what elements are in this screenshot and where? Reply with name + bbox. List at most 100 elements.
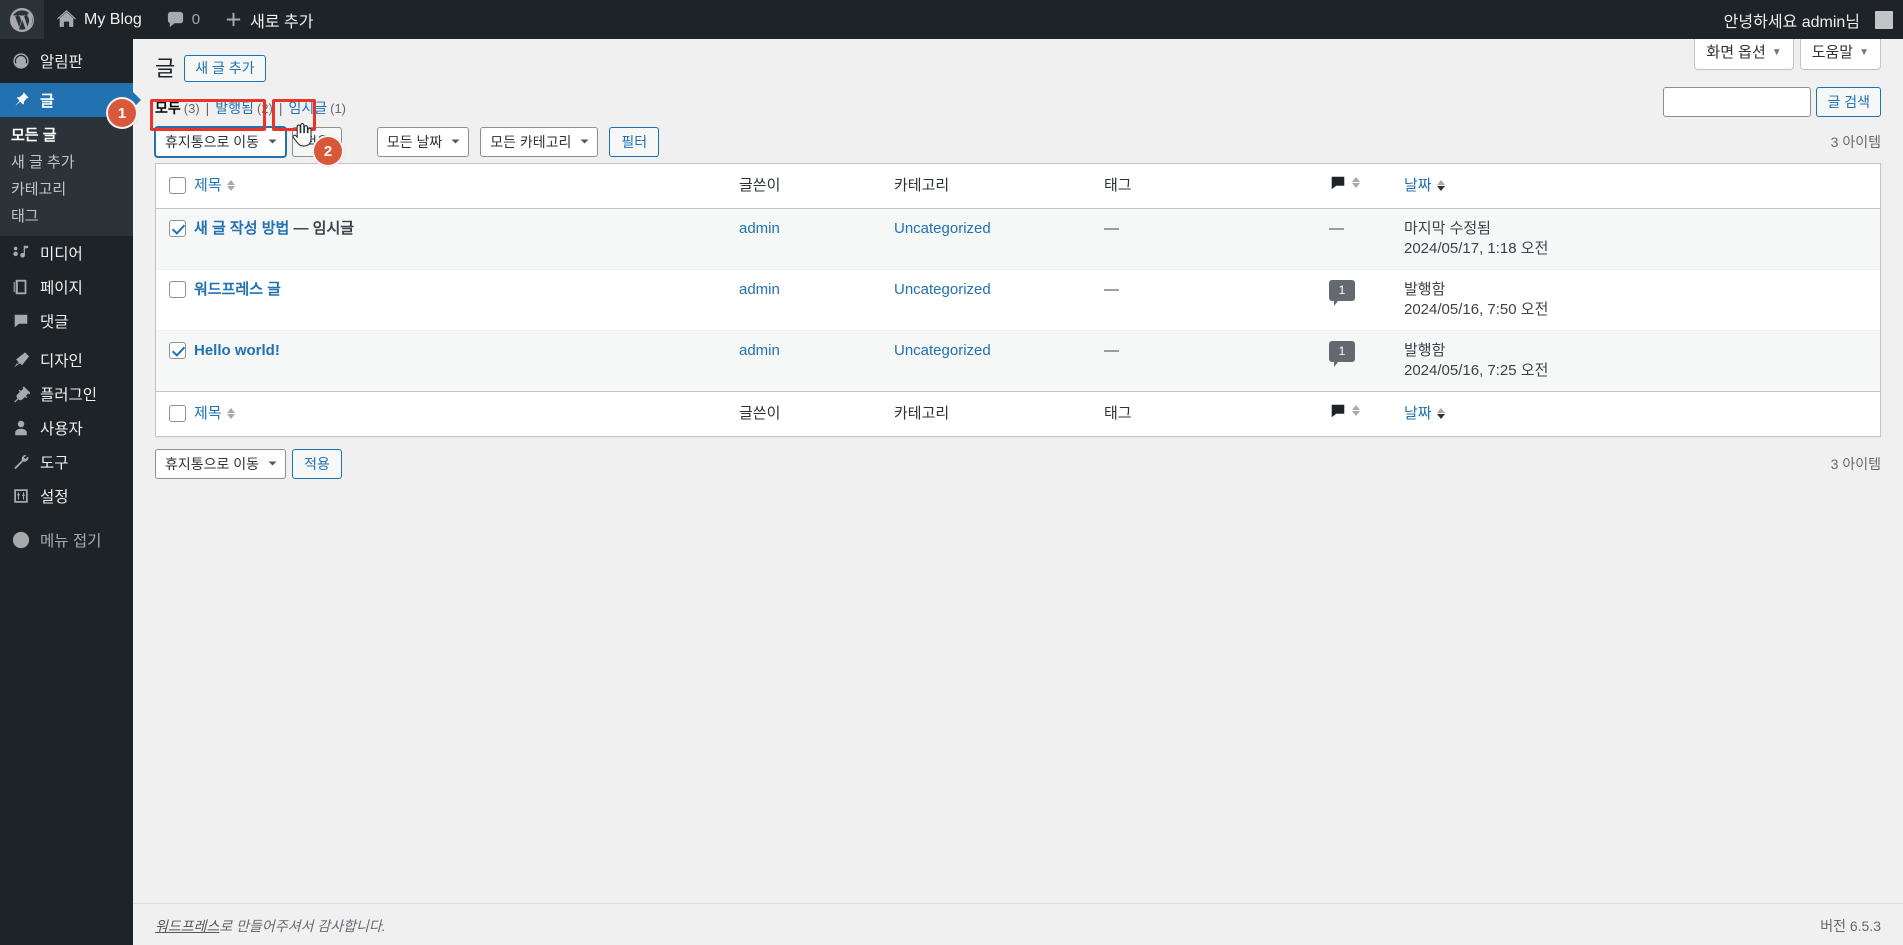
sort-by-date-link-top[interactable]: 날짜 (1404, 176, 1445, 196)
bulk-action-select-top[interactable]: 휴지통으로 이동 (155, 126, 287, 157)
column-footer-categories: 카테고리 (894, 390, 1104, 436)
row-date-cell: 발행함 2024/05/16, 7:25 오전 (1404, 329, 1880, 391)
row-date-cell: 발행함 2024/05/16, 7:50 오전 (1404, 268, 1880, 330)
site-name-menu[interactable]: My Blog (44, 0, 154, 39)
sidebar-item-label: 디자인 (40, 353, 83, 370)
status-link-all-anchor[interactable]: 모두 (155, 98, 181, 118)
column-header-date: 날짜 (1404, 163, 1880, 209)
sidebar-item-settings[interactable]: 설정 (0, 479, 133, 513)
post-category-link[interactable]: Uncategorized (894, 281, 991, 298)
collapse-menu-button[interactable]: 메뉴 접기 (0, 523, 133, 557)
row-author-cell: admin (739, 268, 894, 330)
row-checkbox[interactable] (169, 280, 186, 298)
my-account-menu[interactable]: 안녕하세요 admin님 (1712, 0, 1897, 39)
bulk-action-select-bottom[interactable]: 휴지통으로 이동 (155, 448, 287, 479)
comments-bubble-menu[interactable]: 0 (154, 0, 212, 39)
post-date-value: 2024/05/16, 7:25 오전 (1404, 361, 1549, 379)
post-title-link[interactable]: 워드프레스 글 (194, 281, 281, 298)
category-filter-select[interactable]: 모든 카테고리 (480, 126, 599, 157)
post-date-value: 2024/05/17, 1:18 오전 (1404, 239, 1549, 257)
screen-options-button[interactable]: 화면 옵션 ▼ (1694, 39, 1794, 70)
howdy-label: 안녕하세요 admin님 (1723, 13, 1860, 31)
plus-icon (224, 10, 243, 29)
sidebar-item-add-post[interactable]: 새 글 추가 (0, 149, 133, 176)
column-header-author: 글쓴이 (739, 163, 894, 209)
post-title-link[interactable]: 새 글 작성 방법 (194, 220, 289, 237)
displaying-num-top: 3 아이템 (1830, 133, 1881, 150)
sidebar-item-dashboard[interactable]: 알림판 (0, 44, 133, 78)
dashboard-icon (11, 51, 31, 71)
sidebar-item-appearance[interactable]: 디자인 (0, 343, 133, 377)
row-checkbox[interactable] (169, 341, 186, 359)
chevron-down-icon (268, 139, 277, 145)
select-all-checkbox-top[interactable] (169, 176, 186, 194)
search-input[interactable] (1663, 87, 1812, 117)
sidebar-item-comments[interactable]: 댓글 (0, 304, 133, 338)
admin-footer: 워드프레스로 만들어주셔서 감사합니다. 버전 6.5.3 (133, 903, 1903, 945)
new-content-menu[interactable]: 새로 추가 (212, 0, 325, 39)
sidebar-item-label: 사용자 (40, 421, 83, 438)
post-author-link[interactable]: admin (739, 281, 780, 298)
search-posts-button[interactable]: 글 검색 (1816, 87, 1881, 117)
posts-submenu: 모든 글 새 글 추가 카테고리 태그 (0, 117, 133, 236)
sort-by-title-link-top[interactable]: 제목 (194, 176, 235, 196)
comments-count: 0 (191, 11, 201, 28)
apply-bulk-action-button-bottom[interactable]: 적용 (292, 448, 342, 479)
row-tags-cell: — (1104, 268, 1329, 330)
row-title-cell: 새 글 작성 방법 — 임시글 (194, 208, 739, 269)
settings-sliders-icon (11, 486, 31, 506)
sidebar-item-tags[interactable]: 태그 (0, 203, 133, 230)
post-author-link[interactable]: admin (739, 342, 780, 359)
sidebar-item-all-posts[interactable]: 모든 글 (0, 122, 133, 149)
collapse-menu-label: 메뉴 접기 (40, 533, 102, 550)
sidebar-item-tools[interactable]: 도구 (0, 445, 133, 479)
sort-by-title-link-bottom[interactable]: 제목 (194, 404, 235, 424)
post-category-link[interactable]: Uncategorized (894, 342, 991, 359)
add-new-post-button[interactable]: 새 글 추가 (184, 55, 266, 83)
sidebar-item-users[interactable]: 사용자 (0, 411, 133, 445)
sort-by-date-link-bottom[interactable]: 날짜 (1404, 404, 1445, 424)
post-author-link[interactable]: admin (739, 220, 780, 237)
select-all-checkbox-bottom[interactable] (169, 404, 186, 422)
status-link-published-anchor[interactable]: 발행됨 (215, 98, 254, 118)
screen-options-label: 화면 옵션 (1706, 44, 1766, 61)
sidebar-item-plugins[interactable]: 플러그인 (0, 377, 133, 411)
wpbody: 화면 옵션 ▼ 도움말 ▼ 글 새 글 추가 글 검색 모두 (3) | 발행됨… (133, 39, 1903, 479)
comment-icon (166, 10, 185, 29)
row-categories-cell: Uncategorized (894, 268, 1104, 330)
wordpress-link[interactable]: 워드프레스 (155, 918, 219, 934)
sort-by-comments-link-top[interactable] (1329, 174, 1360, 192)
admin-bar-right: 안녕하세요 admin님 (1712, 0, 1903, 39)
row-author-cell: admin (739, 208, 894, 269)
sidebar-item-label: 도구 (40, 455, 69, 472)
sort-by-comments-link-bottom[interactable] (1329, 402, 1360, 420)
post-date-status: 발행함 (1404, 341, 1446, 359)
date-filter-select[interactable]: 모든 날짜 (376, 126, 470, 157)
filter-button[interactable]: 필터 (609, 126, 660, 157)
admin-sidebar-menu: 알림판 글 모든 글 새 글 추가 카테고리 태그 미디어 페이지 댓글 디자인… (0, 39, 141, 945)
step-badge-1: 1 (108, 99, 136, 127)
comment-count-bubble[interactable]: 1 (1329, 340, 1355, 367)
status-link-draft-anchor[interactable]: 임시글 (288, 98, 327, 118)
help-button[interactable]: 도움말 ▼ (1799, 39, 1881, 70)
post-date-status: 발행함 (1404, 280, 1446, 298)
home-icon (56, 9, 77, 30)
comment-count-bubble[interactable]: 1 (1329, 279, 1355, 306)
table-row: Hello world! admin Uncategorized — 1 발행함… (156, 329, 1880, 391)
sidebar-item-pages[interactable]: 페이지 (0, 270, 133, 304)
column-header-comments (1329, 163, 1404, 209)
chevron-down-icon: ▼ (1771, 47, 1782, 58)
column-date-label: 날짜 (1404, 404, 1432, 422)
tablenav-top-actions: 휴지통으로 이동 적용 모든 날짜 모든 카테고리 (155, 126, 660, 157)
column-footer-title: 제목 (194, 390, 739, 436)
sidebar-item-label: 알림판 (40, 54, 83, 71)
column-date-label: 날짜 (1404, 176, 1432, 194)
post-category-link[interactable]: Uncategorized (894, 220, 991, 237)
sort-indicator-icon (1352, 177, 1360, 189)
post-title-link[interactable]: Hello world! (194, 342, 280, 359)
sidebar-item-media[interactable]: 미디어 (0, 236, 133, 270)
appearance-brush-icon (11, 350, 31, 370)
row-checkbox[interactable] (169, 219, 186, 237)
sidebar-item-categories[interactable]: 카테고리 (0, 176, 133, 203)
wp-logo-menu[interactable] (0, 0, 44, 39)
